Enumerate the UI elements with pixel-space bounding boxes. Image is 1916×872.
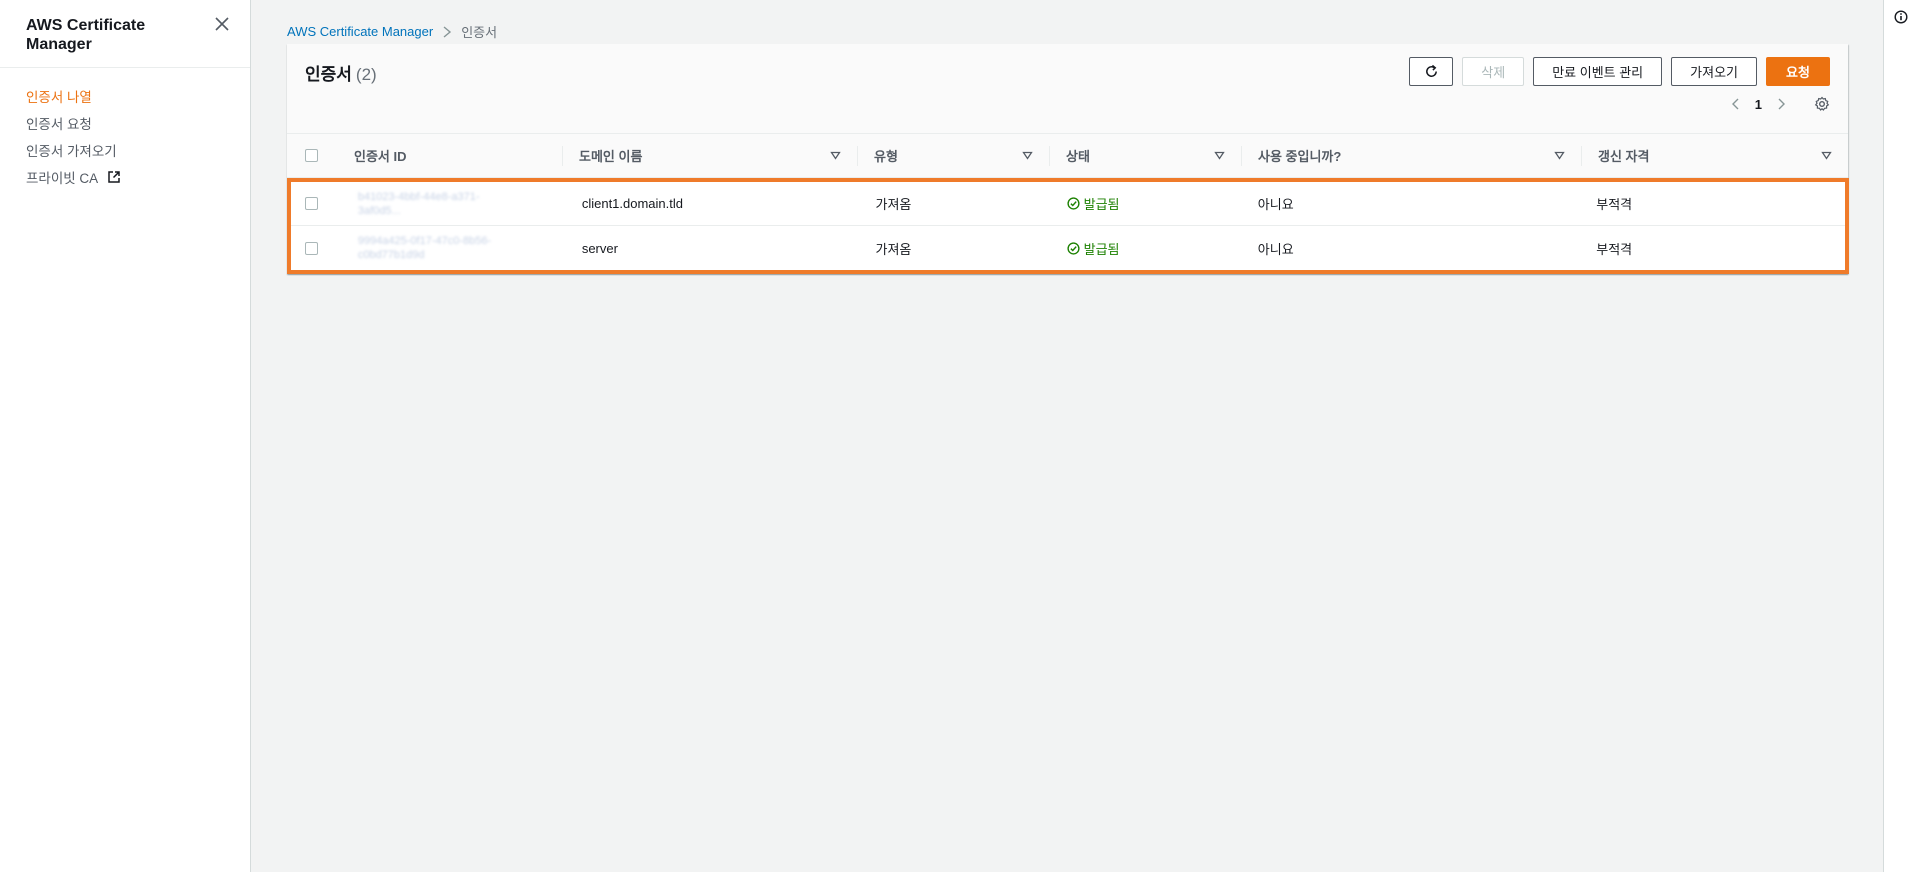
- type-cell: 가져옴: [875, 241, 912, 257]
- certificate-id-text: 9994a425-0f17-47c0-8b56-: [357, 235, 492, 247]
- sidebar-item-label: 인증서 요청: [26, 116, 92, 132]
- certificate-id-text: b41023-4bbf-44e8-a371-: [357, 190, 480, 203]
- sort-down-icon[interactable]: [1821, 150, 1832, 161]
- select-all-cell: [287, 134, 337, 177]
- sidebar-title: AWS Certificate Manager: [26, 17, 146, 53]
- check-circle-icon: [1067, 241, 1080, 255]
- title-text: 인증서: [305, 65, 352, 84]
- sidebar-item-request-certificate[interactable]: 인증서 요청: [0, 109, 250, 136]
- highlighted-rows: b41023-4bbf-44e8-a371- 3af0d5... client1…: [287, 178, 1849, 274]
- sort-down-icon[interactable]: [830, 150, 841, 161]
- type-cell: 가져옴: [875, 197, 912, 212]
- status-text: 발급됨: [1083, 241, 1120, 257]
- column-header-in-use[interactable]: 사용 중입니까?: [1241, 134, 1581, 177]
- row-checkbox[interactable]: [305, 241, 318, 255]
- page-number[interactable]: 1: [1755, 97, 1762, 112]
- renewal-cell: 부적격: [1596, 241, 1633, 257]
- chevron-right-icon: [443, 25, 452, 38]
- breadcrumb-root-link[interactable]: AWS Certificate Manager: [287, 24, 433, 39]
- certificate-id-cell: 9994a425-0f17-47c0-8b56- c0bd77b1d9d: [341, 226, 565, 270]
- row-select-cell: [291, 182, 341, 225]
- page-title: 인증서 (2): [305, 60, 377, 85]
- certificate-id-cell: b41023-4bbf-44e8-a371- 3af0d5...: [341, 182, 565, 225]
- sidebar-item-label: 프라이빗 CA: [26, 170, 99, 186]
- column-header-label: 갱신 자격: [1598, 149, 1650, 164]
- status-cell: 발급됨: [1050, 226, 1241, 270]
- domain-cell: server: [581, 240, 618, 256]
- chevron-left-icon[interactable]: [1729, 97, 1743, 111]
- certificate-id-text: c0bd77b1d9d: [357, 249, 425, 261]
- sidebar-nav: 인증서 나열 인증서 요청 인증서 가져오기 프라이빗 CA: [0, 68, 250, 190]
- sort-down-icon[interactable]: [1022, 150, 1033, 161]
- column-header-label: 도메인 이름: [579, 149, 643, 164]
- refresh-icon: [1425, 64, 1437, 77]
- certificate-id-link[interactable]: b41023-4bbf-44e8-a371- 3af0d5...: [358, 190, 480, 218]
- column-header-label: 사용 중입니까?: [1258, 149, 1342, 164]
- main-content: AWS Certificate Manager 인증서 인증서 (2) 삭제 만료…: [251, 0, 1883, 872]
- check-circle-icon: [1067, 197, 1080, 210]
- in-use-cell: 아니요: [1257, 241, 1294, 257]
- manage-expiry-events-button[interactable]: 만료 이벤트 관리: [1533, 57, 1663, 86]
- sidebar-item-label: 인증서 나열: [26, 89, 92, 105]
- column-header-label: 인증서 ID: [354, 149, 407, 164]
- column-header-label: 상태: [1066, 149, 1090, 164]
- action-bar: 삭제 만료 이벤트 관리 가져오기 요청: [1409, 57, 1830, 86]
- table-header: 인증서 ID 도메인 이름 유형 상태 사용 중입니까? 갱신 자격: [287, 134, 1848, 178]
- status-badge: 발급됨: [1067, 239, 1120, 258]
- column-header-label: 유형: [874, 149, 898, 164]
- import-button[interactable]: 가져오기: [1671, 57, 1757, 86]
- pagination: 1: [1729, 96, 1830, 112]
- certificate-id-link[interactable]: 9994a425-0f17-47c0-8b56- c0bd77b1d9d: [358, 234, 491, 262]
- column-header-id[interactable]: 인증서 ID: [337, 134, 562, 177]
- sidebar-header: AWS Certificate Manager: [0, 0, 250, 68]
- status-cell: 발급됨: [1050, 182, 1241, 225]
- container-header: 인증서 (2) 삭제 만료 이벤트 관리 가져오기 요청 1: [287, 44, 1848, 134]
- certificate-count: (2): [355, 65, 377, 84]
- column-header-type[interactable]: 유형: [857, 134, 1049, 177]
- sidebar-item-import-certificate[interactable]: 인증서 가져오기: [0, 136, 250, 163]
- sort-down-icon[interactable]: [1214, 150, 1225, 161]
- column-header-status[interactable]: 상태: [1049, 134, 1241, 177]
- domain-cell: client1.domain.tld: [581, 196, 683, 211]
- request-button[interactable]: 요청: [1766, 57, 1830, 86]
- sidebar-item-label: 인증서 가져오기: [26, 143, 117, 159]
- help-panel-rail: [1883, 0, 1916, 872]
- column-header-renewal[interactable]: 갱신 자격: [1581, 134, 1848, 177]
- row-checkbox[interactable]: [305, 197, 318, 210]
- breadcrumb-current: 인증서: [461, 25, 498, 40]
- sidebar-item-private-ca[interactable]: 프라이빗 CA: [0, 163, 250, 190]
- table-row[interactable]: 9994a425-0f17-47c0-8b56- c0bd77b1d9d ser…: [291, 226, 1845, 270]
- table-row[interactable]: b41023-4bbf-44e8-a371- 3af0d5... client1…: [291, 182, 1845, 226]
- delete-button[interactable]: 삭제: [1462, 57, 1525, 86]
- status-text: 발급됨: [1083, 197, 1120, 212]
- select-all-checkbox[interactable]: [305, 149, 318, 162]
- in-use-cell: 아니요: [1257, 197, 1294, 212]
- renewal-cell: 부적격: [1596, 197, 1633, 212]
- refresh-button[interactable]: [1409, 57, 1454, 86]
- breadcrumb: AWS Certificate Manager 인증서: [287, 22, 497, 41]
- sort-down-icon[interactable]: [1554, 150, 1565, 161]
- certificates-table-container: 인증서 (2) 삭제 만료 이벤트 관리 가져오기 요청 1 인증서 ID 도메…: [287, 44, 1849, 274]
- chevron-right-icon[interactable]: [1774, 97, 1788, 111]
- row-select-cell: [291, 226, 341, 270]
- info-icon[interactable]: [1894, 10, 1908, 24]
- external-link-icon: [108, 170, 120, 183]
- column-header-domain[interactable]: 도메인 이름: [562, 134, 857, 177]
- sidebar: AWS Certificate Manager 인증서 나열 인증서 요청 인증…: [0, 0, 251, 872]
- close-icon[interactable]: [214, 16, 230, 32]
- status-badge: 발급됨: [1067, 194, 1120, 213]
- gear-icon[interactable]: [1814, 96, 1830, 112]
- certificate-id-text: 3af0d5...: [357, 204, 401, 217]
- sidebar-item-list-certificates[interactable]: 인증서 나열: [0, 82, 250, 109]
